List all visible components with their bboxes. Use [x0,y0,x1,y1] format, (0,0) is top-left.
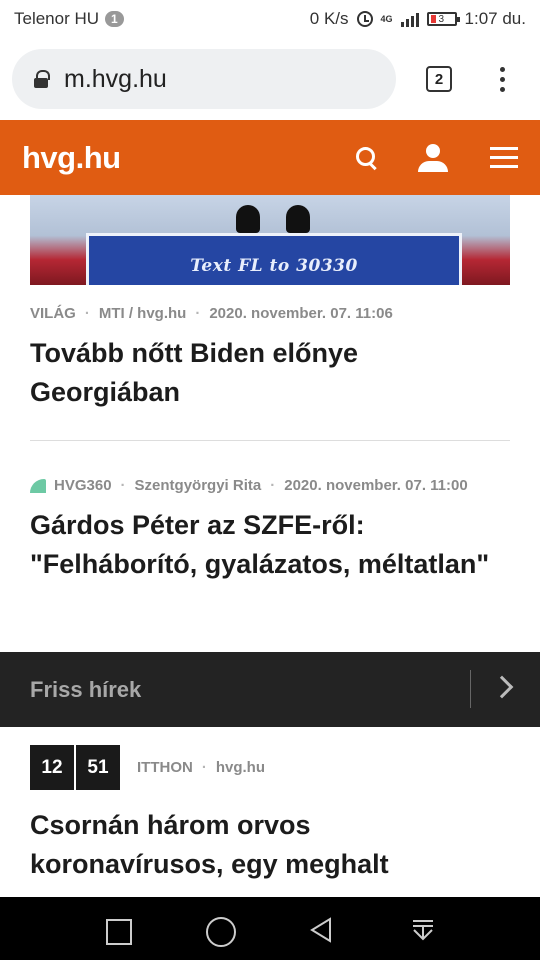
network-speed: 0 K/s [309,9,349,28]
hvg360-icon [30,478,46,493]
notification-pull-icon[interactable] [408,915,438,945]
url-text[interactable]: m.hvg.hu [64,65,167,94]
article-feed[interactable]: Text FL to 30330 VILÁG · MTI / hvg.hu · … [0,195,540,897]
carrier: Telenor HU 1 [14,9,124,29]
notification-badge: 1 [105,11,124,27]
article-category[interactable]: ITTHON [137,759,193,776]
browser-toolbar: m.hvg.hu 2 [0,38,540,120]
news-hour: 12 [30,745,74,790]
status-bar: Telenor HU 1 0 K/s 4G 3 1:07 du. [0,0,540,38]
article-headline[interactable]: Csornán három orvos koronavírusos, egy m… [30,806,510,884]
article-category[interactable]: HVG360 [54,477,112,494]
news-minute: 51 [76,745,120,790]
divider [30,440,510,441]
article-meta: HVG360 · Szentgyörgyi Rita · 2020. novem… [30,477,510,494]
back-icon[interactable] [306,915,336,945]
fresh-news-title[interactable]: Friss hírek [30,677,141,703]
article-card[interactable]: HVG360 · Szentgyörgyi Rita · 2020. novem… [30,477,510,584]
carrier-name: Telenor HU [14,9,100,28]
user-icon[interactable] [418,143,448,172]
article-category[interactable]: VILÁG [30,305,76,322]
site-header: hvg.hu [0,120,540,195]
signal-icon [400,11,419,27]
microphone-image [236,205,260,233]
article-source: hvg.hu [215,759,265,776]
podium-sign-text: Text FL to 30330 [190,256,358,276]
chevron-right-icon[interactable] [490,675,514,699]
tab-switcher-button[interactable]: 2 [426,66,452,92]
article-date: 2020. november. 07. 11:06 [209,305,393,322]
search-icon[interactable] [356,146,378,169]
article-author[interactable]: Szentgyörgyi Rita [135,477,262,494]
address-bar[interactable]: m.hvg.hu [12,49,396,109]
fresh-news-item[interactable]: 12 51 ITTHON · hvg.hu Csornán három orvo… [30,745,510,884]
news-meta-row: 12 51 ITTHON · hvg.hu [30,745,510,790]
site-logo[interactable]: hvg.hu [22,140,121,176]
battery-icon: 3 [426,12,460,26]
battery-level: 3 [438,13,445,25]
article-headline[interactable]: Tovább nőtt Biden előnye Georgiában [30,334,510,412]
hamburger-icon[interactable] [490,147,518,168]
news-time: 12 51 [30,745,120,790]
recents-icon[interactable] [102,915,132,945]
lock-icon [34,70,50,88]
article-date: 2020. november. 07. 11:00 [284,477,468,494]
system-navigation-bar [0,897,540,960]
network-type: 4G [380,13,393,24]
status-indicators: 0 K/s 4G 3 1:07 du. [310,9,526,29]
home-icon[interactable] [204,915,236,947]
clock: 1:07 du. [464,9,526,28]
podium-sign: Text FL to 30330 [86,233,462,285]
article-meta: VILÁG · MTI / hvg.hu · 2020. november. 0… [30,305,393,322]
article-card[interactable]: VILÁG · MTI / hvg.hu · 2020. november. 0… [30,305,510,412]
article-source: MTI / hvg.hu [98,305,187,322]
microphone-image [286,205,310,233]
browser-menu-button[interactable] [500,66,505,92]
header-actions [356,143,518,172]
article-headline[interactable]: Gárdos Péter az SZFE-ről: "Felháborító, … [30,506,510,584]
article-meta: ITTHON · hvg.hu [137,759,265,776]
divider [470,670,471,708]
fresh-news-bar[interactable]: Friss hírek [0,652,540,727]
alarm-icon [356,11,373,27]
article-image[interactable]: Text FL to 30330 [30,195,510,285]
